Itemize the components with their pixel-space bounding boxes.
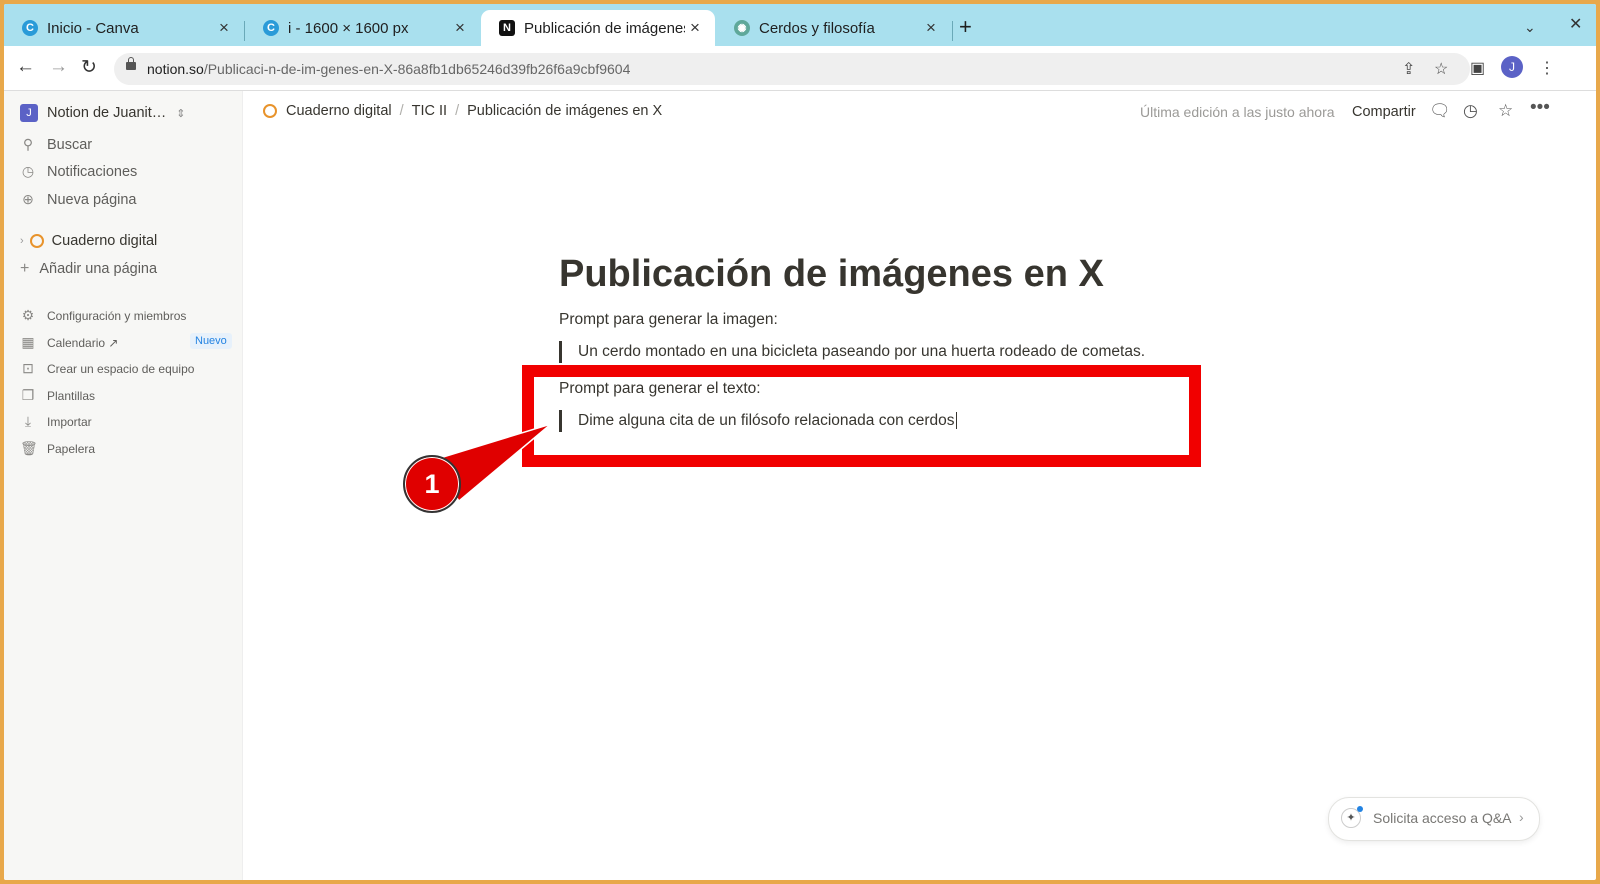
step-number-marker: 1 bbox=[403, 455, 461, 513]
browser-window: C Inicio - Canva × C i - 1600 × 1600 px … bbox=[4, 4, 1596, 880]
annotation-pointer bbox=[428, 423, 552, 503]
qa-access-button[interactable]: ✦ Solicita acceso a Q&A › bbox=[1328, 797, 1540, 841]
notification-dot bbox=[1357, 806, 1363, 812]
chevron-right-icon: › bbox=[1519, 809, 1524, 825]
